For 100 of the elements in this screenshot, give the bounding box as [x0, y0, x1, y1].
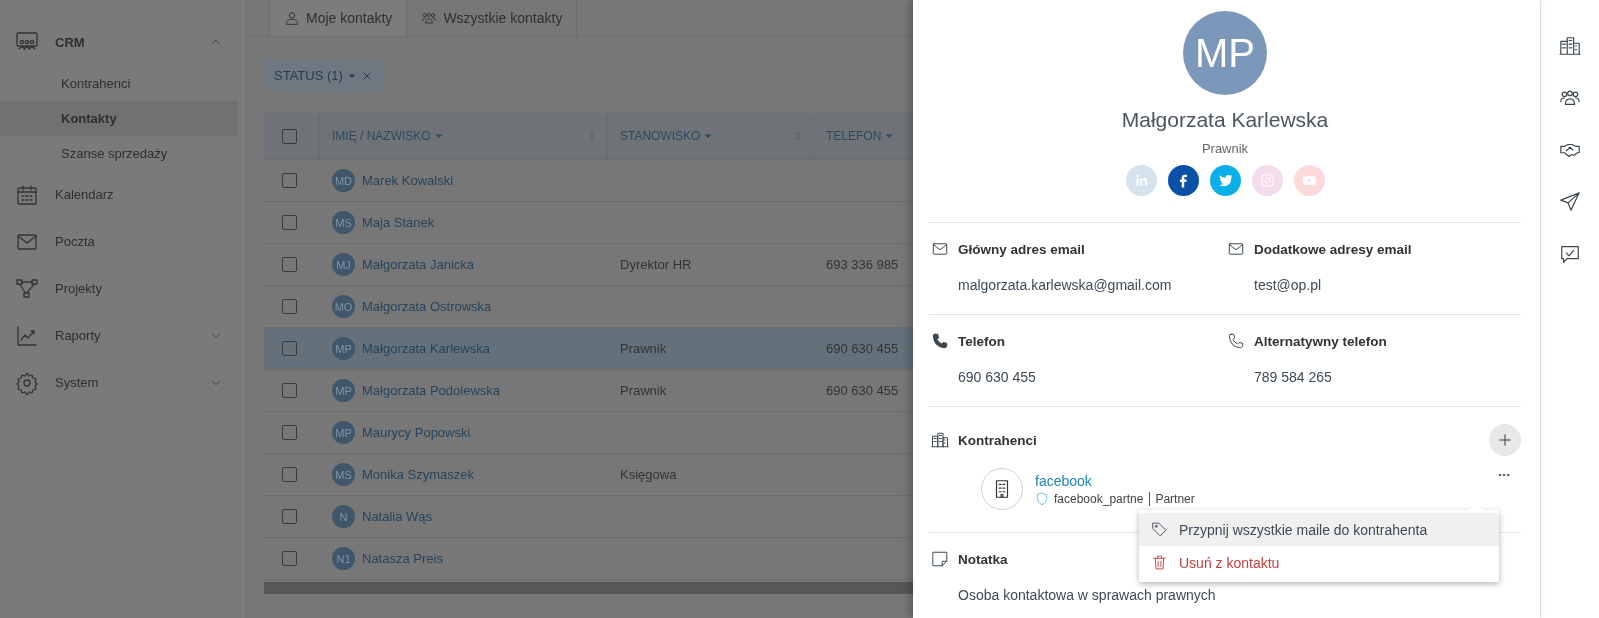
table-row[interactable]: N Natalia Wąs: [264, 496, 914, 538]
send-icon[interactable]: [1559, 191, 1581, 213]
avatar: MP: [332, 379, 355, 402]
avatar: MP: [332, 337, 355, 360]
table-row[interactable]: MP Małgorzata Karlewska Prawnik 690 630 455: [264, 328, 914, 370]
contact-link[interactable]: Maja Stanek: [362, 215, 435, 230]
checkbox[interactable]: [282, 551, 297, 566]
section-title: Kontrahenci: [958, 432, 1038, 448]
checkbox[interactable]: [282, 299, 297, 314]
table-cell: Prawnik: [620, 383, 667, 398]
phone-icon: [1227, 332, 1245, 350]
field-value: malgorzata.karlewska@gmail.com: [957, 277, 1173, 293]
checkbox[interactable]: [282, 257, 297, 272]
tag-icon: [1151, 521, 1168, 538]
buildings-icon: [931, 431, 949, 449]
checkbox[interactable]: [282, 383, 297, 398]
field-label: Alternatywny telefon: [1254, 333, 1387, 349]
table-row[interactable]: MD Marek Kowalski: [264, 160, 914, 202]
menu-item[interactable]: Usuń z kontaktu: [1139, 546, 1499, 579]
table-cell: Księgowa: [620, 467, 677, 482]
checkbox[interactable]: [282, 467, 297, 482]
avatar: MJ: [332, 253, 355, 276]
diagram-icon: [15, 276, 39, 301]
column-header[interactable]: IMIĘ / NAZWISKO: [332, 129, 431, 143]
nav-subitem[interactable]: Kontrahenci: [0, 66, 243, 101]
nav-item[interactable]: CRM: [0, 22, 243, 62]
checkbox[interactable]: [282, 128, 297, 144]
people-icon: [421, 10, 438, 26]
avatar: MP: [1183, 11, 1267, 95]
note-text: Osoba kontaktowa w sprawach prawnych: [957, 587, 1217, 603]
company-tag: facebook_partne: [1054, 491, 1144, 506]
tab[interactable]: Wszystkie kontakty: [407, 0, 578, 36]
settings-icon: [15, 370, 39, 395]
contact-link[interactable]: Małgorzata Ostrowska: [362, 299, 492, 314]
nav-item[interactable]: Poczta: [0, 218, 243, 265]
company-role: Partner: [1149, 491, 1195, 506]
table-row[interactable]: MP Maurycy Popowski: [264, 412, 914, 454]
field-value: 690 630 455: [957, 369, 1037, 385]
checkbox[interactable]: [282, 425, 297, 440]
add-button[interactable]: [1489, 424, 1521, 456]
camera-icon: [1258, 172, 1276, 189]
section-title: Notatka: [958, 551, 1008, 567]
table-cell: 690 630 455: [826, 383, 899, 398]
table-cell: 690 630 455: [826, 341, 899, 356]
field-value: 789 584 265: [1253, 369, 1333, 385]
column-header[interactable]: STANOWISKO: [620, 129, 701, 143]
filter-chip[interactable]: STATUS (1): [264, 60, 383, 91]
contact-link[interactable]: Małgorzata Janicka: [362, 257, 474, 272]
contact-link[interactable]: Marek Kowalski: [362, 173, 454, 188]
table-row[interactable]: MS Monika Szymaszek Księgowa: [264, 454, 914, 496]
contact-link[interactable]: Monika Szymaszek: [362, 467, 474, 482]
contact-link[interactable]: Małgorzata Podolewska: [362, 383, 501, 398]
table-cell: 693 336 985: [826, 257, 899, 272]
nav-item[interactable]: System: [0, 359, 243, 406]
avatar: MO: [332, 295, 355, 318]
shield-icon: [1035, 491, 1049, 506]
checkbox[interactable]: [282, 215, 297, 230]
contact-name: Małgorzata Karlewska: [1121, 108, 1329, 132]
field-value: test@op.pl: [1253, 277, 1323, 293]
contact-link[interactable]: Natalia Wąs: [362, 509, 433, 524]
contact-link[interactable]: Natasza Preis: [362, 551, 443, 566]
nav-item[interactable]: Kalendarz: [0, 171, 243, 218]
company-link[interactable]: facebook: [1035, 472, 1092, 489]
nav-item[interactable]: Projekty: [0, 265, 243, 312]
checkbox[interactable]: [282, 341, 297, 356]
person-icon: [284, 10, 300, 26]
mail-icon: [1227, 240, 1245, 258]
table-row[interactable]: MP Małgorzata Podolewska Prawnik 690 630 455: [264, 370, 914, 412]
plus-icon: [1496, 431, 1514, 449]
note-icon: [931, 550, 949, 568]
avatar: MS: [332, 211, 355, 234]
table-row[interactable]: N1 Natasza Preis: [264, 538, 914, 580]
chat-icon[interactable]: [1559, 243, 1581, 265]
menu-item[interactable]: Przypnij wszystkie maile do kontrahenta: [1139, 513, 1499, 546]
table-row[interactable]: MJ Małgorzata Janicka Dyrektor HR 693 336 985: [264, 244, 914, 286]
avatar: MS: [332, 463, 355, 486]
avatar: N: [332, 505, 355, 528]
column-header[interactable]: TELEFON: [826, 129, 882, 143]
contact-link[interactable]: Maurycy Popowski: [362, 425, 471, 440]
field-label: Telefon: [958, 333, 1005, 349]
table-cell: Dyrektor HR: [620, 257, 692, 272]
nav-subitem[interactable]: Kontakty: [0, 101, 238, 136]
field-label: Główny adres email: [958, 241, 1085, 257]
avatar: MP: [332, 421, 355, 444]
social-button[interactable]: [1167, 165, 1199, 196]
checkbox[interactable]: [282, 173, 297, 188]
scrollbar[interactable]: [264, 582, 914, 594]
avatar: N1: [332, 547, 355, 570]
checkbox[interactable]: [282, 509, 297, 524]
nav-item[interactable]: Raporty: [0, 312, 243, 359]
contact-position: Prawnik: [1201, 141, 1249, 156]
tab[interactable]: Moje kontakty: [269, 0, 408, 36]
contact-link[interactable]: Małgorzata Karlewska: [362, 341, 490, 356]
avatar: MD: [332, 169, 355, 192]
trash-icon: [1151, 554, 1168, 571]
mail-icon: [931, 240, 949, 258]
table-row[interactable]: MS Maja Stanek: [264, 202, 914, 244]
nav-subitem[interactable]: Szanse sprzedaży: [0, 136, 243, 171]
field-label: Dodatkowe adresy email: [1254, 241, 1412, 257]
buildings-icon[interactable]: [1559, 35, 1581, 57]
